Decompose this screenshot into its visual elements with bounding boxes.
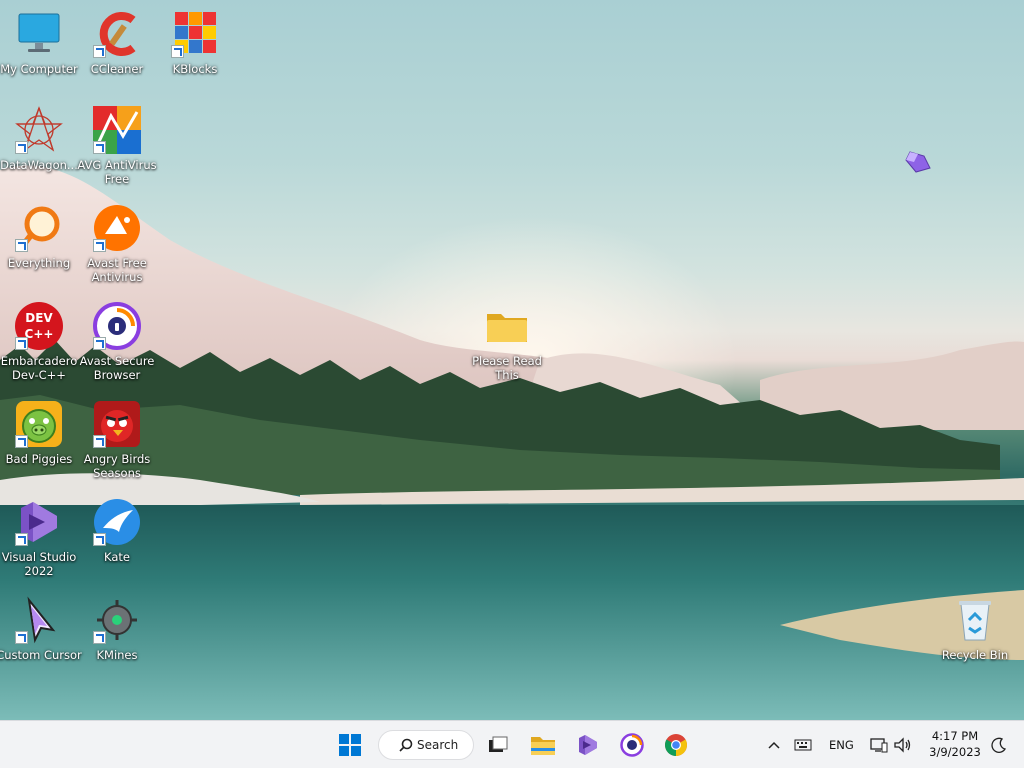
icon-label: Everything	[7, 256, 71, 270]
shortcut-arrow-icon	[93, 533, 106, 546]
desktop-icon-kate[interactable]: Kate	[74, 498, 160, 564]
icon-label: KBlocks	[172, 62, 218, 76]
volume-button[interactable]	[892, 729, 914, 761]
star-mesh-icon	[15, 106, 63, 154]
chrome-taskbar-button[interactable]	[662, 729, 690, 761]
chevron-up-icon	[768, 741, 780, 749]
shortcut-arrow-icon	[15, 141, 28, 154]
visual-studio-icon	[15, 498, 63, 546]
magnifier-icon	[15, 204, 63, 252]
desktop-icon-kblocks[interactable]: KBlocks	[152, 10, 238, 76]
icon-label: Recycle Bin	[941, 648, 1009, 662]
desktop-icon-custom-cursor[interactable]: Custom Cursor	[0, 596, 82, 662]
avast-icon	[93, 204, 141, 252]
icon-label: CCleaner	[90, 62, 144, 76]
taskbar: Search ENG 4:17 PM 3/9/2023	[0, 720, 1024, 768]
shortcut-arrow-icon	[15, 533, 28, 546]
clock[interactable]: 4:17 PM 3/9/2023	[924, 729, 986, 759]
folder-icon	[483, 302, 531, 350]
mine-icon	[93, 596, 141, 644]
avast-secure-browser-icon	[620, 733, 644, 757]
ccleaner-icon	[93, 10, 141, 58]
shortcut-arrow-icon	[93, 631, 106, 644]
eraser-icon[interactable]	[904, 148, 932, 176]
task-view-icon	[489, 736, 508, 752]
clock-date: 3/9/2023	[929, 745, 981, 759]
avast-secure-browser-icon	[93, 302, 141, 350]
desktop[interactable]: My Computer DataWagon... Everything DEV …	[0, 0, 1024, 720]
windows-logo-icon	[339, 734, 361, 756]
shortcut-arrow-icon	[93, 45, 106, 58]
devcpp-icon: DEV C++	[15, 302, 63, 350]
clock-time: 4:17 PM	[931, 729, 979, 743]
search-icon	[399, 738, 413, 752]
shortcut-arrow-icon	[93, 141, 106, 154]
desktop-icon-datawagon[interactable]: DataWagon...	[0, 106, 82, 172]
desktop-icon-avg[interactable]: AVG AntiVirus Free	[74, 106, 160, 186]
chrome-icon	[665, 734, 687, 756]
desktop-icon-ccleaner[interactable]: CCleaner	[74, 10, 160, 76]
speaker-icon	[894, 737, 911, 753]
network-button[interactable]	[868, 729, 890, 761]
desktop-icon-my-computer[interactable]: My Computer	[0, 10, 82, 76]
desktop-icon-avast-antivirus[interactable]: Avast Free Antivirus	[74, 204, 160, 284]
icon-label: Bad Piggies	[5, 452, 73, 466]
shortcut-arrow-icon	[15, 631, 28, 644]
kate-bird-icon	[93, 498, 141, 546]
icon-label: Angry Birds Seasons	[83, 452, 151, 480]
kblocks-icon	[171, 10, 219, 58]
icon-label: Visual Studio 2022	[1, 550, 77, 578]
monitor-icon	[15, 10, 63, 58]
file-explorer-button[interactable]	[528, 729, 558, 761]
icon-label: Please Read This	[472, 354, 542, 382]
icon-label: Embarcadero Dev-C++	[0, 354, 78, 382]
desktop-icon-devcpp[interactable]: DEV C++ Embarcadero Dev-C++	[0, 302, 82, 382]
desktop-icon-avast-browser[interactable]: Avast Secure Browser	[74, 302, 160, 382]
shortcut-arrow-icon	[93, 239, 106, 252]
search-label: Search	[417, 738, 459, 752]
keyboard-icon	[794, 739, 812, 751]
icon-label: Kate	[104, 550, 130, 564]
icon-label: Custom Cursor	[0, 648, 82, 662]
cursor-arrow-icon	[15, 596, 63, 644]
file-explorer-icon	[531, 737, 555, 755]
visual-studio-taskbar-button[interactable]	[574, 729, 602, 761]
shortcut-arrow-icon	[171, 45, 184, 58]
shortcut-arrow-icon	[93, 435, 106, 448]
desktop-icon-visual-studio[interactable]: Visual Studio 2022	[0, 498, 82, 578]
moon-icon	[991, 737, 1007, 753]
shortcut-arrow-icon	[15, 239, 28, 252]
start-button[interactable]	[336, 729, 364, 761]
avg-antivirus-icon	[93, 106, 141, 154]
notifications-button[interactable]	[988, 729, 1010, 761]
desktop-icon-everything[interactable]: Everything	[0, 204, 82, 270]
desktop-icon-kmines[interactable]: KMines	[74, 596, 160, 662]
red-bird-icon	[93, 400, 141, 448]
icon-label: KMines	[96, 648, 138, 662]
shortcut-arrow-icon	[15, 435, 28, 448]
green-pig-icon	[15, 400, 63, 448]
taskbar-search[interactable]: Search	[378, 730, 474, 760]
icon-label: Avast Free Antivirus	[87, 256, 147, 284]
task-view-button[interactable]	[484, 729, 512, 761]
shortcut-arrow-icon	[15, 337, 28, 350]
desktop-icon-angry-birds[interactable]: Angry Birds Seasons	[74, 400, 160, 480]
icon-label: DataWagon...	[0, 158, 78, 172]
desktop-icon-bad-piggies[interactable]: Bad Piggies	[0, 400, 82, 466]
icon-label: My Computer	[0, 62, 78, 76]
shortcut-arrow-icon	[93, 337, 106, 350]
icon-label: AVG AntiVirus Free	[77, 158, 157, 186]
language-indicator[interactable]: ENG	[829, 738, 854, 752]
show-hidden-icons-button[interactable]	[764, 729, 784, 761]
touch-keyboard-button[interactable]	[792, 729, 814, 761]
desktop-icon-please-read-folder[interactable]: Please Read This	[464, 302, 550, 382]
icon-label: Avast Secure Browser	[79, 354, 155, 382]
desktop-icon-recycle-bin[interactable]: Recycle Bin	[932, 596, 1018, 662]
network-icon	[870, 738, 888, 753]
visual-studio-icon	[579, 735, 597, 755]
recycle-bin-icon	[951, 596, 999, 644]
avast-browser-taskbar-button[interactable]	[618, 729, 646, 761]
